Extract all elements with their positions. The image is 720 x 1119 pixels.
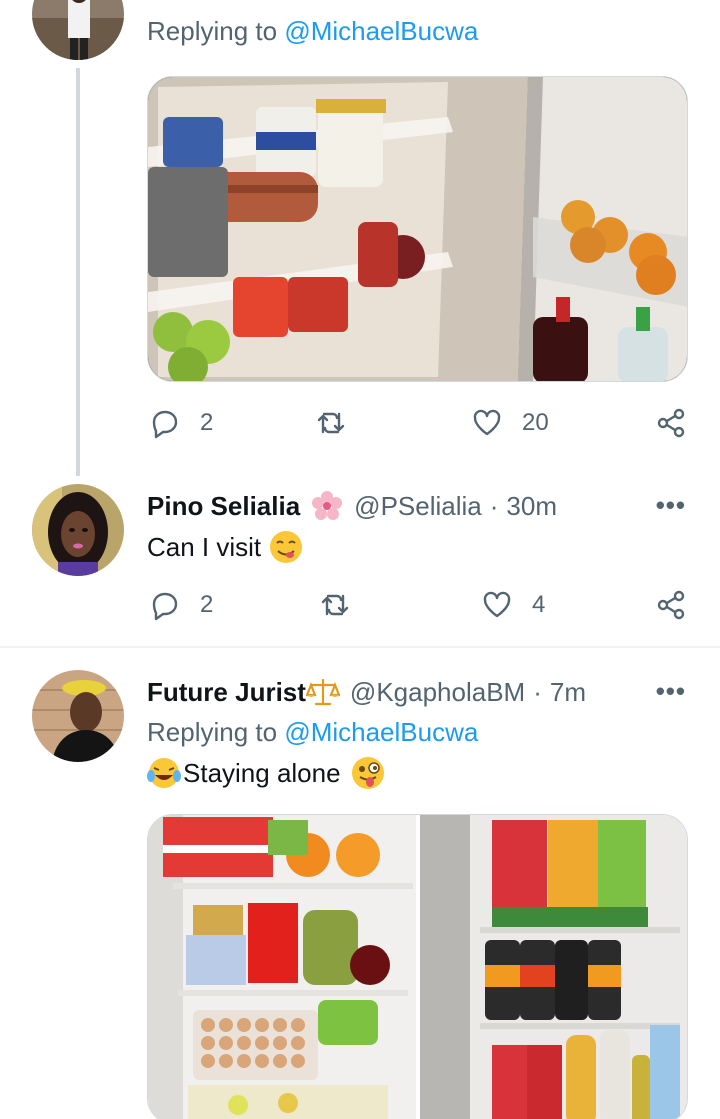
avatar-michael-reply[interactable] xyxy=(32,0,124,60)
scales-emoji xyxy=(305,675,340,709)
winking-tongue-emoji xyxy=(351,756,385,790)
tweet-header: Future Jurist @KgapholaBM · 7m xyxy=(147,675,586,709)
tweet-divider xyxy=(0,646,720,648)
tweet-header: Pino Selialia @PSelialia · 30m xyxy=(147,489,557,523)
user-handle[interactable]: @PSelialia xyxy=(354,491,482,522)
tweet-media-gallery xyxy=(147,814,688,1119)
retweet-button[interactable] xyxy=(314,406,348,440)
tweet-text: Staying alone xyxy=(147,756,385,790)
more-options-button[interactable]: ••• xyxy=(656,676,686,707)
like-button[interactable]: 20 xyxy=(470,406,549,440)
separator-dot: · xyxy=(489,490,499,521)
retweet-icon xyxy=(317,412,345,434)
share-button[interactable] xyxy=(654,588,688,622)
retweet-button[interactable] xyxy=(318,588,352,622)
replying-prefix: Replying to xyxy=(147,16,278,46)
timestamp[interactable]: 7m xyxy=(550,677,586,708)
reply-icon xyxy=(152,592,178,621)
timestamp[interactable]: 30m xyxy=(506,491,557,522)
avatar-pino-selialia[interactable] xyxy=(32,484,124,576)
tweet-text: Can I visit xyxy=(147,530,303,564)
separator-dot: · xyxy=(533,676,542,707)
heart-icon xyxy=(473,409,501,436)
thread-connector-line xyxy=(76,68,80,476)
display-name[interactable]: Pino Selialia xyxy=(147,491,300,522)
replying-to-line: Replying to @MichaelBucwa xyxy=(147,16,478,47)
mention-link[interactable]: @MichaelBucwa xyxy=(284,16,478,46)
reply-button[interactable]: 2 xyxy=(148,588,213,622)
tweet-media-photo-2[interactable] xyxy=(420,815,687,1119)
user-handle[interactable]: @KgapholaBM xyxy=(350,677,525,708)
replying-to-line: Replying to @MichaelBucwa xyxy=(147,717,478,748)
more-options-button[interactable]: ••• xyxy=(656,490,686,521)
share-icon xyxy=(657,590,685,620)
replying-prefix: Replying to xyxy=(147,717,278,747)
like-count: 20 xyxy=(522,409,549,436)
tweet-media-photo-1[interactable] xyxy=(148,815,416,1119)
reply-count: 2 xyxy=(200,409,214,436)
mention-link[interactable]: @MichaelBucwa xyxy=(284,717,478,747)
tweet-text-content: Can I visit xyxy=(147,531,262,562)
like-button[interactable]: 4 xyxy=(480,588,545,622)
retweet-icon xyxy=(321,594,349,616)
reply-count: 2 xyxy=(200,591,214,618)
yum-face-emoji xyxy=(269,530,303,564)
reply-button[interactable]: 2 xyxy=(148,406,213,440)
reply-icon xyxy=(152,410,178,439)
tweet-media-fridge-photo[interactable] xyxy=(147,76,688,382)
crying-laughing-emoji xyxy=(147,756,181,790)
flower-emoji xyxy=(310,489,344,523)
share-button[interactable] xyxy=(654,406,688,440)
share-icon xyxy=(657,408,685,438)
heart-icon xyxy=(483,591,511,618)
avatar-future-jurist[interactable] xyxy=(32,670,124,762)
display-name[interactable]: Future Jurist xyxy=(147,677,306,708)
like-count: 4 xyxy=(532,591,546,618)
tweet-text-content: Staying alone xyxy=(183,757,341,788)
